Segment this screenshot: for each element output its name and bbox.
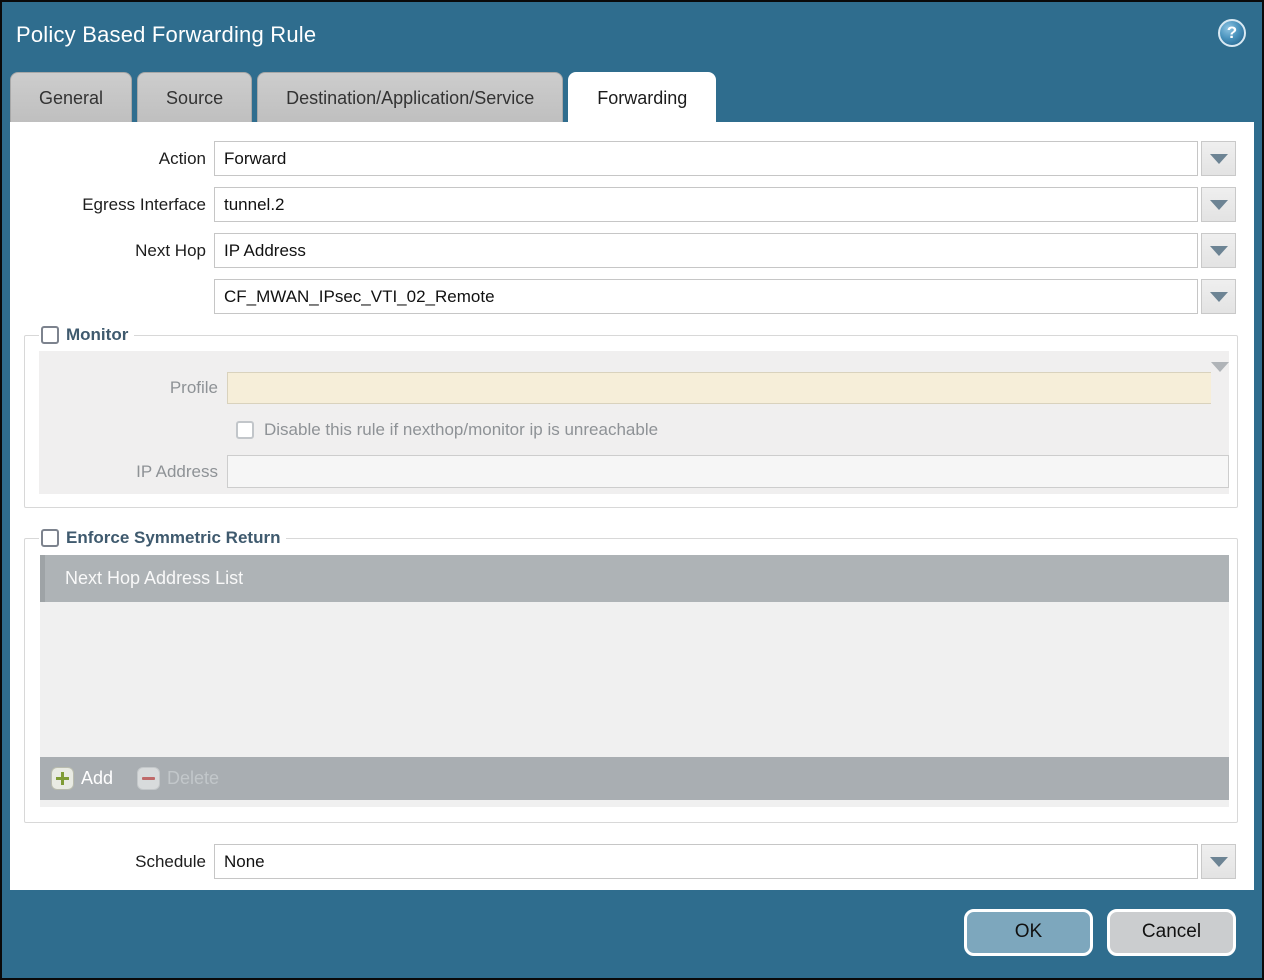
monitor-panel: Profile Disable this rule if nexthop/mon… bbox=[39, 351, 1229, 494]
monitor-legend-label: Monitor bbox=[66, 325, 128, 345]
monitor-ip-label: IP Address bbox=[39, 456, 227, 488]
next-hop-address-list-header[interactable]: Next Hop Address List bbox=[40, 555, 1229, 602]
monitor-checkbox[interactable] bbox=[41, 326, 59, 344]
schedule-combo bbox=[214, 844, 1236, 879]
egress-interface-combo bbox=[214, 187, 1236, 222]
chevron-down-icon bbox=[1210, 154, 1228, 164]
schedule-dropdown-button[interactable] bbox=[1201, 844, 1236, 879]
titlebar: Policy Based Forwarding Rule ? bbox=[2, 2, 1262, 70]
tab-bar: General Source Destination/Application/S… bbox=[10, 72, 716, 122]
action-row: Action bbox=[10, 141, 1254, 176]
enforce-legend: Enforce Symmetric Return bbox=[39, 528, 286, 548]
next-hop-combo bbox=[214, 233, 1236, 268]
next-hop-address-list-toolbar: Add Delete bbox=[40, 757, 1229, 800]
profile-combo bbox=[227, 372, 1229, 404]
schedule-input[interactable] bbox=[214, 844, 1198, 879]
add-button[interactable]: Add bbox=[51, 767, 113, 790]
action-combo bbox=[214, 141, 1236, 176]
action-label: Action bbox=[10, 141, 214, 176]
monitor-ip-input bbox=[227, 455, 1229, 488]
next-hop-row: Next Hop bbox=[10, 233, 1254, 268]
delete-button-label: Delete bbox=[167, 768, 219, 789]
tab-destination-application-service[interactable]: Destination/Application/Service bbox=[257, 72, 563, 122]
disable-rule-checkbox bbox=[236, 421, 254, 439]
chevron-down-icon bbox=[1211, 362, 1229, 389]
tab-general[interactable]: General bbox=[10, 72, 132, 122]
cancel-button[interactable]: Cancel bbox=[1107, 909, 1236, 956]
disable-rule-row: Disable this rule if nexthop/monitor ip … bbox=[236, 420, 1229, 440]
add-button-label: Add bbox=[81, 768, 113, 789]
action-dropdown-button[interactable] bbox=[1201, 141, 1236, 176]
egress-interface-dropdown-button[interactable] bbox=[1201, 187, 1236, 222]
egress-interface-label: Egress Interface bbox=[10, 187, 214, 222]
minus-icon bbox=[137, 767, 160, 790]
profile-row: Profile bbox=[39, 372, 1229, 404]
table-bottom-strip bbox=[40, 800, 1229, 807]
egress-interface-row: Egress Interface bbox=[10, 187, 1254, 222]
enforce-legend-label: Enforce Symmetric Return bbox=[66, 528, 280, 548]
pbf-rule-dialog: Policy Based Forwarding Rule ? General S… bbox=[0, 0, 1264, 980]
action-input[interactable] bbox=[214, 141, 1198, 176]
monitor-legend: Monitor bbox=[39, 325, 134, 345]
enforce-symmetric-return-checkbox[interactable] bbox=[41, 529, 59, 547]
next-hop-address-row bbox=[10, 279, 1254, 314]
tab-forwarding[interactable]: Forwarding bbox=[568, 72, 716, 122]
chevron-down-icon bbox=[1210, 292, 1228, 302]
delete-button: Delete bbox=[137, 767, 219, 790]
next-hop-type-input[interactable] bbox=[214, 233, 1198, 268]
dialog-title: Policy Based Forwarding Rule bbox=[16, 22, 316, 48]
monitor-ip-row: IP Address bbox=[39, 455, 1229, 488]
next-hop-address-input[interactable] bbox=[214, 279, 1198, 314]
chevron-down-icon bbox=[1210, 857, 1228, 867]
chevron-down-icon bbox=[1210, 200, 1228, 210]
ok-button[interactable]: OK bbox=[964, 909, 1093, 956]
enforce-symmetric-return-section: Enforce Symmetric Return Next Hop Addres… bbox=[24, 528, 1238, 823]
plus-icon bbox=[51, 767, 74, 790]
profile-label: Profile bbox=[39, 372, 227, 404]
dialog-footer: OK Cancel bbox=[2, 886, 1262, 978]
next-hop-address-combo bbox=[214, 279, 1236, 314]
profile-input bbox=[227, 372, 1211, 404]
next-hop-dropdown-button[interactable] bbox=[1201, 233, 1236, 268]
next-hop-address-list-body[interactable] bbox=[40, 602, 1229, 757]
monitor-section: Monitor Profile Disable this rule if nex… bbox=[24, 325, 1238, 508]
help-icon[interactable]: ? bbox=[1218, 19, 1246, 47]
schedule-label: Schedule bbox=[10, 844, 214, 879]
schedule-row: Schedule bbox=[10, 844, 1254, 879]
forwarding-tab-content: Action Egress Interface Next Hop bbox=[10, 122, 1254, 890]
next-hop-label: Next Hop bbox=[10, 233, 214, 268]
profile-dropdown-button bbox=[1211, 372, 1229, 404]
next-hop-address-list-table: Next Hop Address List Add Delete bbox=[40, 555, 1229, 807]
chevron-down-icon bbox=[1210, 246, 1228, 256]
tab-source[interactable]: Source bbox=[137, 72, 252, 122]
next-hop-address-dropdown-button[interactable] bbox=[1201, 279, 1236, 314]
disable-rule-label: Disable this rule if nexthop/monitor ip … bbox=[264, 420, 658, 440]
egress-interface-input[interactable] bbox=[214, 187, 1198, 222]
